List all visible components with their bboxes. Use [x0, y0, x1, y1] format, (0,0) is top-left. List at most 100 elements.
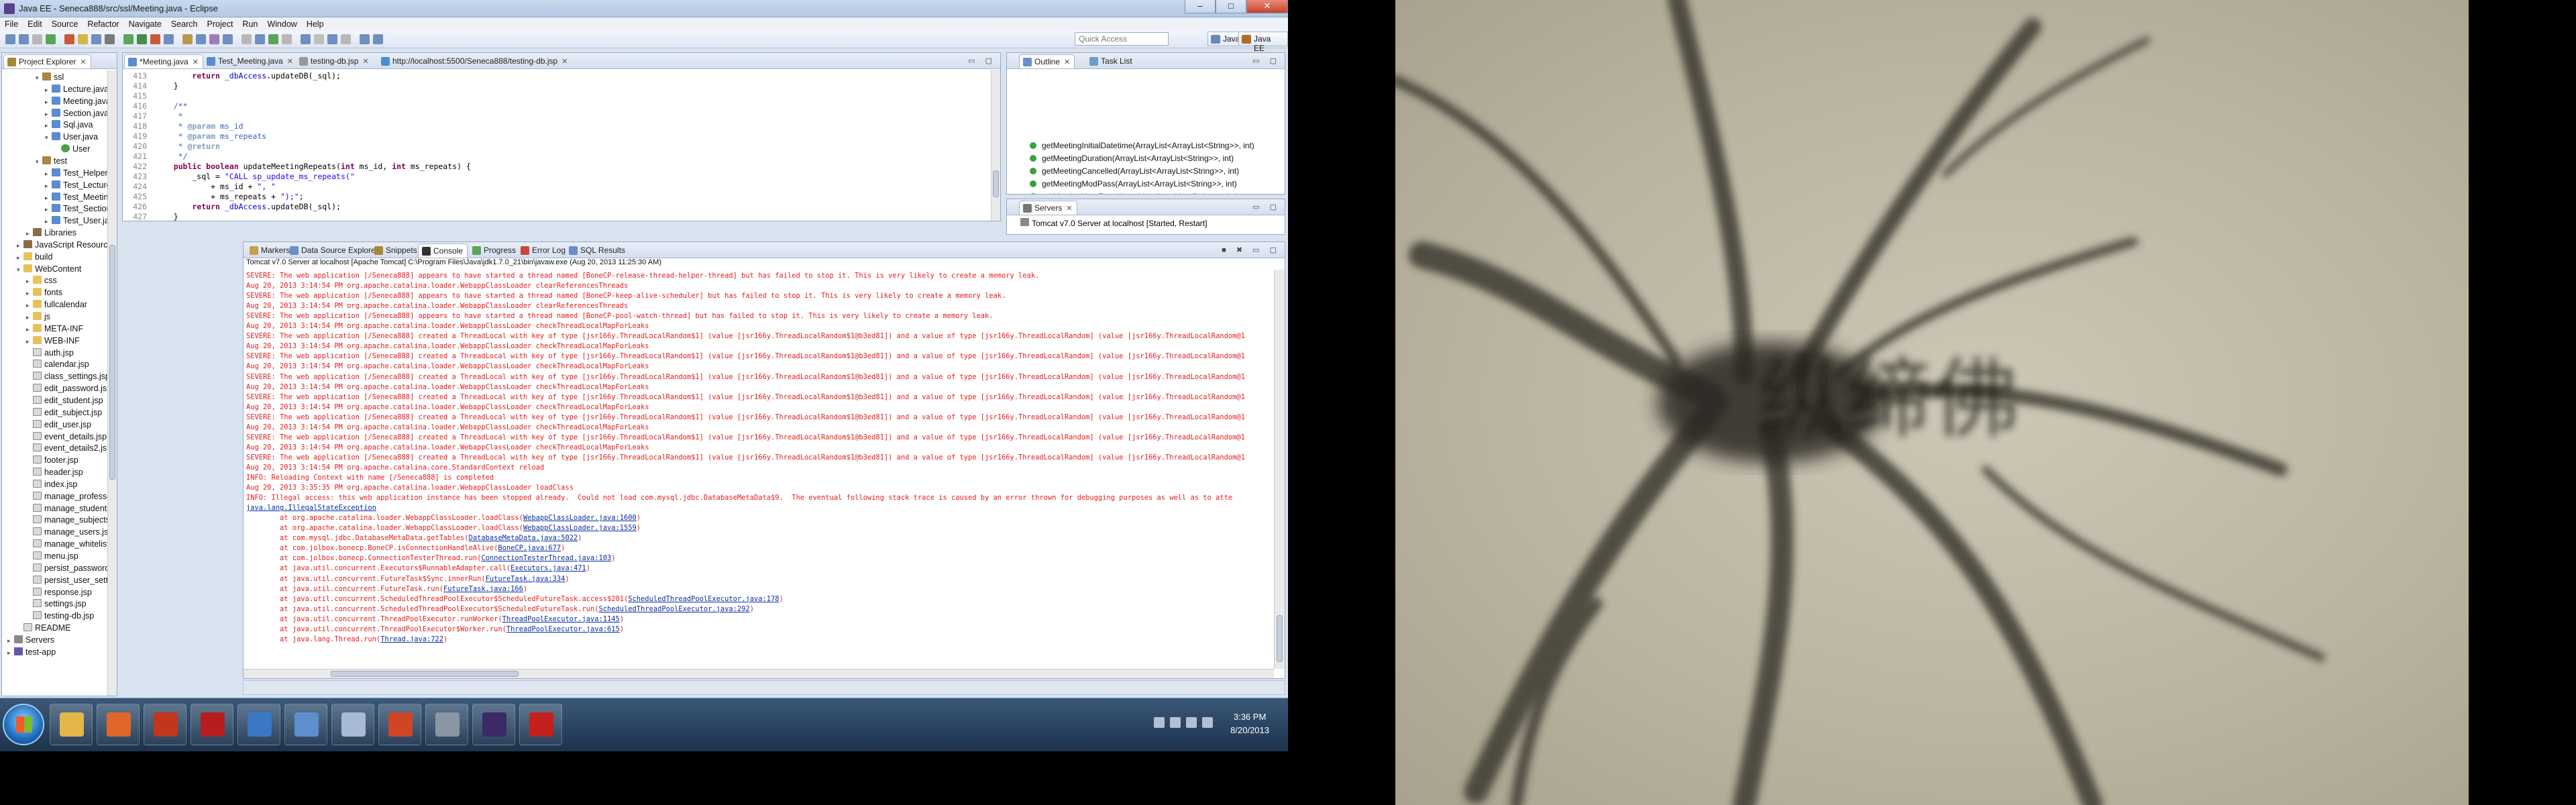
- scrollbar-thumb[interactable]: [993, 170, 999, 197]
- tray-flag-icon[interactable]: [1154, 717, 1165, 728]
- tree-item[interactable]: ▸ test-app: [7, 647, 56, 658]
- expand-right-icon[interactable]: ▸: [45, 97, 52, 108]
- code-editor[interactable]: 413 return _dbAccess.updateDB(_sql); 414 …: [123, 70, 991, 221]
- toolbar-tool-icon[interactable]: [78, 34, 88, 44]
- tab-snippets[interactable]: Snippets: [371, 244, 421, 258]
- code-line[interactable]: 422 public boolean updateMeetingRepeats(…: [123, 162, 471, 172]
- tree-item[interactable]: User: [54, 144, 90, 155]
- code-line[interactable]: 413 return _dbAccess.updateDB(_sql);: [123, 71, 341, 81]
- expand-right-icon[interactable]: ▸: [17, 252, 23, 264]
- toolbar-tool-icon[interactable]: [327, 34, 337, 44]
- close-icon[interactable]: ✕: [1064, 58, 1070, 66]
- toolbar-tool-icon[interactable]: [223, 34, 233, 44]
- tab-task-list[interactable]: Task List: [1086, 54, 1136, 68]
- taskbar-app-button[interactable]: [472, 704, 515, 745]
- menu-help[interactable]: Help: [302, 19, 329, 29]
- tree-item[interactable]: settings.jsp: [26, 598, 87, 610]
- exception-link[interactable]: java.lang.IllegalStateException: [246, 504, 376, 512]
- console-output[interactable]: SEVERE: The web application [/Seneca888]…: [244, 270, 1274, 669]
- editor-scrollbar[interactable]: [991, 70, 1000, 221]
- stack-frame-link[interactable]: WebappClassLoader.java:1559: [523, 524, 637, 532]
- menu-source[interactable]: Source: [47, 19, 83, 29]
- quick-access-input[interactable]: Quick Access: [1075, 32, 1169, 46]
- menu-project[interactable]: Project: [203, 19, 238, 29]
- toolbar-tool-icon[interactable]: [46, 34, 56, 44]
- expand-right-icon[interactable]: ▸: [26, 300, 33, 311]
- menu-navigate[interactable]: Navigate: [124, 19, 166, 29]
- editor-tab[interactable]: testing-db.jsp ✕: [296, 54, 373, 68]
- tree-item[interactable]: auth.jsp: [26, 347, 74, 359]
- title-bar[interactable]: Java EE - Seneca888/src/ssl/Meeting.java…: [0, 0, 1288, 17]
- taskbar-app-button[interactable]: [425, 704, 468, 745]
- close-button[interactable]: ✕: [1246, 0, 1288, 13]
- menu-run[interactable]: Run: [237, 19, 262, 29]
- stack-frame-link[interactable]: ThreadPoolExecutor.java:1145: [502, 615, 620, 623]
- tree-item[interactable]: event_details2.jsp: [26, 443, 111, 454]
- tab-progress[interactable]: Progress: [469, 244, 520, 258]
- expand-right-icon[interactable]: ▸: [17, 240, 23, 252]
- tab-servers[interactable]: Servers ✕: [1019, 201, 1077, 215]
- editor-view-controls[interactable]: ▭ ▢: [968, 56, 996, 65]
- tree-item[interactable]: index.jsp: [26, 479, 77, 490]
- tree-item[interactable]: ▸Test_Meeting.java: [45, 192, 117, 203]
- tree-item[interactable]: ▸Test_Helper.java: [45, 168, 117, 179]
- toolbar-tool-icon[interactable]: [150, 34, 160, 44]
- code-line[interactable]: 416 /**: [123, 101, 187, 111]
- system-clock[interactable]: 3:36 PM 8/20/2013: [1230, 710, 1269, 737]
- expand-right-icon[interactable]: ▸: [26, 276, 33, 287]
- outline-item[interactable]: getMeetingModPass(ArrayList<ArrayList<St…: [1030, 178, 1237, 190]
- servers-view-controls[interactable]: ▭ ▢: [1252, 203, 1281, 211]
- tree-item[interactable]: ▸ fullcalendar: [26, 299, 87, 311]
- toolbar-tool-icon[interactable]: [5, 34, 15, 44]
- start-button[interactable]: [3, 704, 44, 745]
- tree-item[interactable]: footer.jsp: [26, 455, 78, 466]
- console-vertical-scrollbar[interactable]: [1274, 270, 1285, 669]
- expand-right-icon[interactable]: ▸: [45, 180, 52, 192]
- expand-right-icon[interactable]: ▸: [45, 168, 52, 180]
- editor-tab[interactable]: http://localhost:5500/Seneca888/testing-…: [378, 54, 572, 68]
- console-horizontal-scrollbar[interactable]: [244, 669, 1274, 678]
- expand-right-icon[interactable]: ▸: [45, 85, 52, 96]
- tab-data-source-explorer[interactable]: Data Source Explorer: [286, 244, 382, 258]
- toolbar-tool-icon[interactable]: [182, 34, 193, 44]
- tree-item[interactable]: menu.jsp: [26, 551, 78, 562]
- tray-network-icon[interactable]: [1170, 717, 1181, 728]
- toolbar-tool-icon[interactable]: [64, 34, 74, 44]
- expand-right-icon[interactable]: ▸: [45, 216, 52, 227]
- tree-item[interactable]: ▾ ssl: [36, 72, 64, 83]
- tree-item[interactable]: edit_student.jsp: [26, 395, 103, 407]
- tree-item[interactable]: ▸ Sql.java: [45, 119, 93, 131]
- menu-file[interactable]: File: [0, 19, 23, 29]
- code-line[interactable]: 421 */: [123, 152, 187, 162]
- outline-item[interactable]: getMeetingInitialDatetime(ArrayList<Arra…: [1030, 140, 1254, 152]
- code-line[interactable]: 425 + ms_repeats + ");";: [123, 192, 303, 202]
- expand-right-icon[interactable]: ▸: [7, 635, 14, 647]
- taskbar-app-button[interactable]: [519, 704, 562, 745]
- expand-right-icon[interactable]: ▸: [45, 193, 52, 204]
- code-line[interactable]: 426 return _dbAccess.updateDB(_sql);: [123, 202, 341, 212]
- toolbar-tool-icon[interactable]: [32, 34, 42, 44]
- tree-item[interactable]: ▸ Meeting.java: [45, 96, 111, 107]
- code-line[interactable]: 424 + ms_id + ", ": [123, 182, 276, 192]
- tree-item[interactable]: manage_users.jsp: [26, 527, 113, 538]
- tree-item[interactable]: ▸Test_Section.java: [45, 203, 117, 215]
- scrollbar-thumb[interactable]: [331, 671, 519, 677]
- expand-right-icon[interactable]: ▸: [45, 109, 52, 120]
- tree-item[interactable]: header.jsp: [26, 467, 83, 478]
- tray-volume-icon[interactable]: [1186, 717, 1197, 728]
- tree-item[interactable]: ▸ Libraries: [26, 227, 76, 239]
- stack-frame-link[interactable]: DatabaseMetaData.java:5022: [469, 534, 578, 542]
- taskbar-app-button[interactable]: [284, 704, 327, 745]
- tree-item[interactable]: ▾ User.java: [45, 131, 98, 143]
- outline-item[interactable]: getMeetingUserPass(ArrayList<ArrayList<S…: [1030, 191, 1238, 194]
- expand-right-icon[interactable]: ▸: [26, 312, 33, 323]
- project-explorer-scrollbar[interactable]: [107, 70, 117, 696]
- close-icon[interactable]: ✕: [80, 58, 86, 66]
- close-icon[interactable]: ✕: [287, 58, 293, 66]
- tree-item[interactable]: ▸ META-INF: [26, 323, 83, 335]
- tree-item[interactable]: ▸ WEB-INF: [26, 335, 80, 347]
- tree-item[interactable]: edit_password.jsp: [26, 383, 111, 394]
- stack-frame-link[interactable]: Executors.java:471: [511, 564, 586, 572]
- tree-item[interactable]: README: [17, 623, 70, 634]
- toolbar-tool-icon[interactable]: [301, 34, 311, 44]
